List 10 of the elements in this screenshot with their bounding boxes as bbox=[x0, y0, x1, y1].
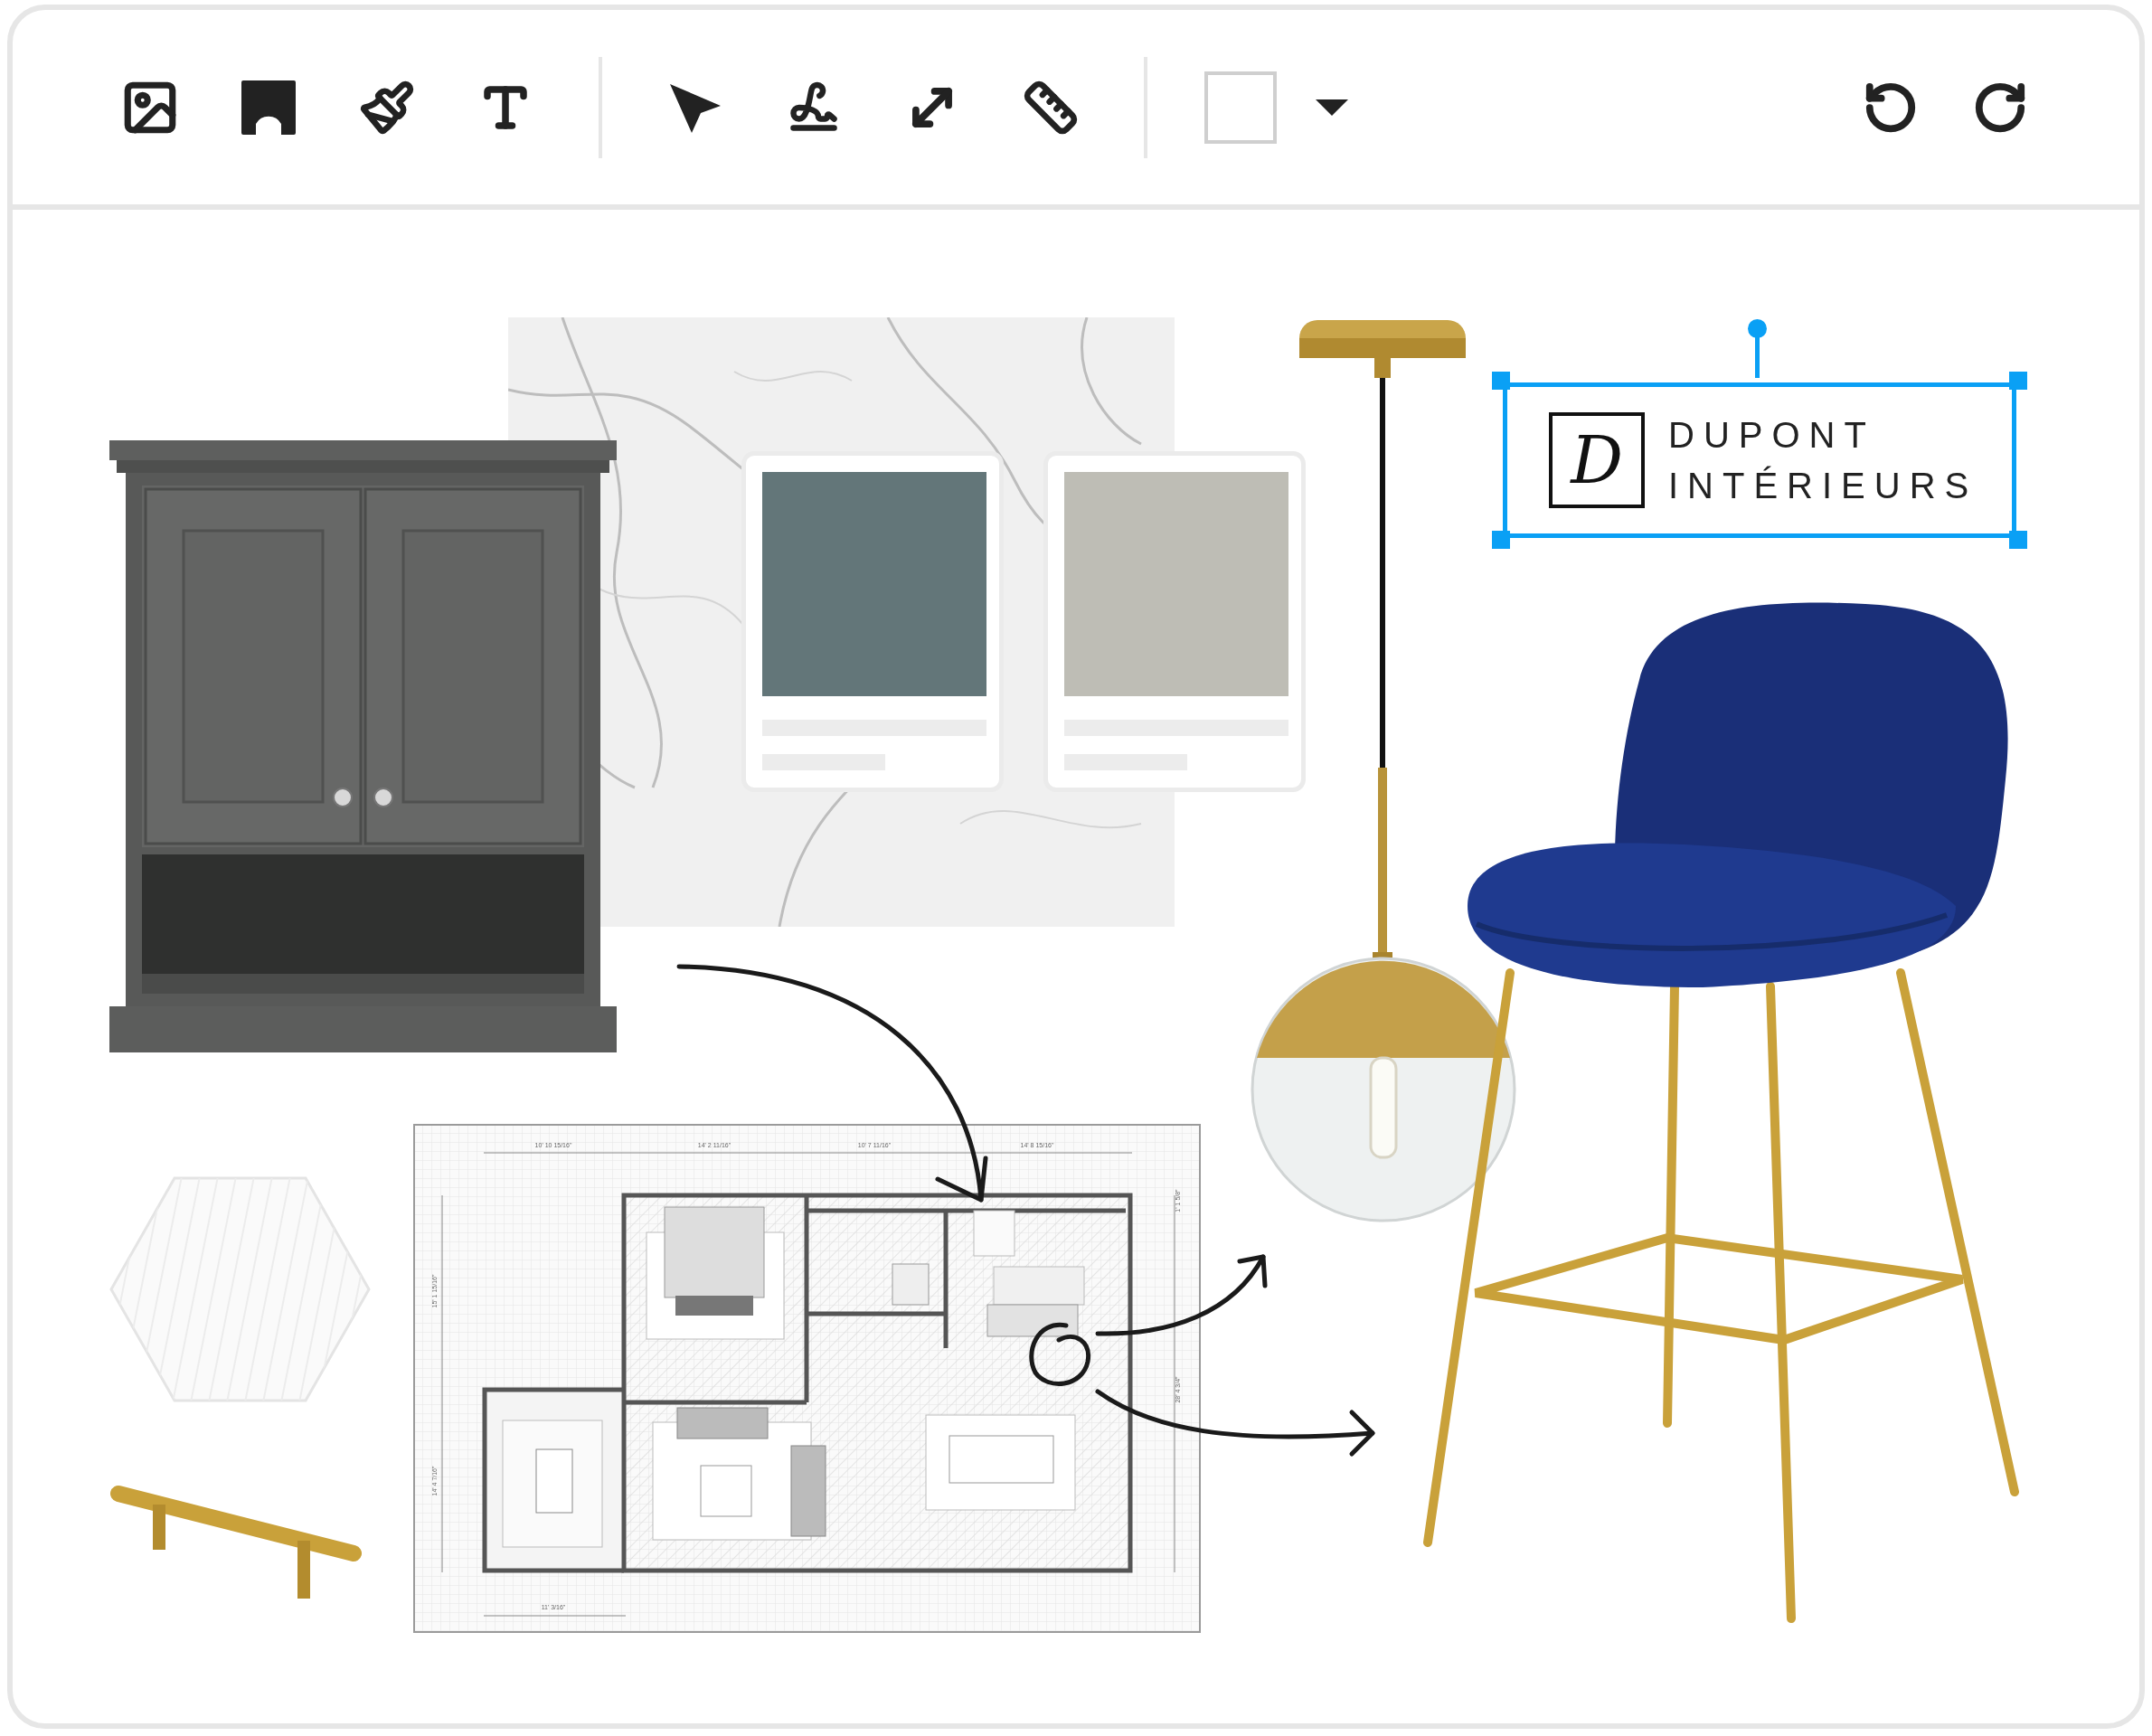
rotate-handle[interactable] bbox=[1748, 319, 1767, 338]
selection-frame[interactable] bbox=[1503, 382, 2016, 538]
logo-wordmark: DUPONT bbox=[1668, 414, 1876, 457]
logo-monogram: D bbox=[1549, 412, 1645, 508]
logo-wordmark: INTÉRIEURS bbox=[1668, 465, 1978, 507]
resize-handle[interactable] bbox=[2009, 531, 2027, 549]
resize-handle[interactable] bbox=[2009, 372, 2027, 390]
color-picker[interactable] bbox=[1204, 71, 1277, 144]
resize-handle[interactable] bbox=[1492, 531, 1510, 549]
resize-handle[interactable] bbox=[1492, 372, 1510, 390]
